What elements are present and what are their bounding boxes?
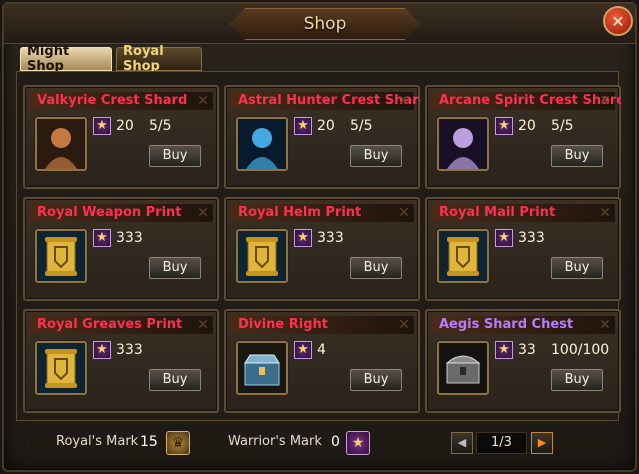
might-star-icon: ★: [294, 117, 312, 135]
page-indicator: 1/3: [476, 432, 527, 454]
item-name: Royal Greaves Print: [37, 317, 183, 332]
arcane-spirit-portrait-icon[interactable]: [437, 117, 489, 171]
item-name: Astral Hunter Crest Shard: [238, 93, 420, 108]
buy-button[interactable]: Buy: [350, 257, 402, 279]
mail-print-scroll-icon[interactable]: [437, 229, 489, 283]
item-price: 333: [116, 342, 143, 358]
item-name: Arcane Spirit Crest Shard: [439, 93, 621, 108]
crossed-swords-icon: ✕: [398, 93, 410, 109]
item-price: 20: [116, 118, 134, 134]
close-icon: ✕: [611, 11, 625, 31]
item-price: 333: [518, 230, 545, 246]
valkyrie-portrait-icon[interactable]: [35, 117, 87, 171]
might-star-icon: ★: [93, 341, 111, 359]
shop-item-card: Royal Weapon Print ✕ ★ 333 Buy: [23, 197, 219, 301]
royal-mark-value: 15: [140, 434, 158, 450]
might-star-icon: ★: [93, 117, 111, 135]
divine-right-chest-icon[interactable]: [236, 341, 288, 395]
shop-item-card: Royal Helm Print ✕ ★ 333 Buy: [224, 197, 420, 301]
royal-mark-label: Royal's Mark: [56, 434, 139, 449]
item-name: Royal Helm Print: [238, 205, 362, 220]
tab-might-shop[interactable]: Might Shop: [20, 44, 112, 74]
crossed-swords-icon: ✕: [599, 205, 611, 221]
item-name: Divine Right: [238, 317, 329, 332]
buy-button[interactable]: Buy: [350, 145, 402, 167]
item-name: Royal Mail Print: [439, 205, 556, 220]
warrior-mark-star-icon: ★: [346, 431, 370, 455]
buy-button[interactable]: Buy: [149, 257, 201, 279]
warrior-mark-label: Warrior's Mark: [228, 434, 322, 449]
item-stock: 5/5: [350, 118, 373, 134]
weapon-print-scroll-icon[interactable]: [35, 229, 87, 283]
arrow-right-icon: ▶: [537, 436, 547, 449]
helm-print-scroll-icon[interactable]: [236, 229, 288, 283]
prev-page-button[interactable]: ◀: [451, 432, 473, 454]
crossed-swords-icon: ✕: [197, 205, 209, 221]
aegis-chest-icon[interactable]: [437, 341, 489, 395]
might-star-icon: ★: [495, 341, 513, 359]
might-star-icon: ★: [294, 341, 312, 359]
shop-item-card: Astral Hunter Crest Shard ✕ ★ 20 5/5 Buy: [224, 85, 420, 189]
item-price: 20: [518, 118, 536, 134]
item-name: Aegis Shard Chest: [439, 317, 574, 332]
close-button[interactable]: ✕: [603, 6, 633, 36]
tab-royal-shop[interactable]: Royal Shop: [116, 44, 202, 74]
might-star-icon: ★: [495, 117, 513, 135]
might-star-icon: ★: [495, 229, 513, 247]
crossed-swords-icon: ✕: [599, 317, 611, 333]
buy-button[interactable]: Buy: [350, 369, 402, 391]
item-price: 20: [317, 118, 335, 134]
item-name: Royal Weapon Print: [37, 205, 182, 220]
buy-button[interactable]: Buy: [149, 369, 201, 391]
window-title: Shop: [303, 14, 347, 34]
item-name: Valkyrie Crest Shard: [37, 93, 188, 108]
astral-hunter-portrait-icon[interactable]: [236, 117, 288, 171]
crossed-swords-icon: ✕: [599, 93, 611, 109]
shop-item-card: Arcane Spirit Crest Shard ✕ ★ 20 5/5 Buy: [425, 85, 621, 189]
crossed-swords-icon: ✕: [398, 317, 410, 333]
next-page-button[interactable]: ▶: [531, 432, 553, 454]
item-price: 4: [317, 342, 326, 358]
might-star-icon: ★: [294, 229, 312, 247]
shop-item-card: Aegis Shard Chest ✕ ★ 33 100/100 Buy: [425, 309, 621, 413]
arrow-left-icon: ◀: [457, 436, 467, 449]
shop-item-card: Royal Greaves Print ✕ ★ 333 Buy: [23, 309, 219, 413]
buy-button[interactable]: Buy: [149, 145, 201, 167]
crossed-swords-icon: ✕: [197, 93, 209, 109]
might-star-icon: ★: [93, 229, 111, 247]
warrior-mark-value: 0: [331, 434, 340, 450]
buy-button[interactable]: Buy: [551, 145, 603, 167]
item-price: 33: [518, 342, 536, 358]
greaves-print-scroll-icon[interactable]: [35, 341, 87, 395]
shop-item-card: Royal Mail Print ✕ ★ 333 Buy: [425, 197, 621, 301]
item-stock: 5/5: [149, 118, 172, 134]
item-price: 333: [317, 230, 344, 246]
buy-button[interactable]: Buy: [551, 257, 603, 279]
crossed-swords-icon: ✕: [197, 317, 209, 333]
item-price: 333: [116, 230, 143, 246]
royal-mark-icon: ♛: [166, 431, 190, 455]
shop-item-card: Valkyrie Crest Shard ✕ ★ 20 5/5 Buy: [23, 85, 219, 189]
crossed-swords-icon: ✕: [398, 205, 410, 221]
shop-item-card: Divine Right ✕ ★ 4 Buy: [224, 309, 420, 413]
buy-button[interactable]: Buy: [551, 369, 603, 391]
item-stock: 5/5: [551, 118, 574, 134]
item-stock: 100/100: [551, 342, 610, 358]
